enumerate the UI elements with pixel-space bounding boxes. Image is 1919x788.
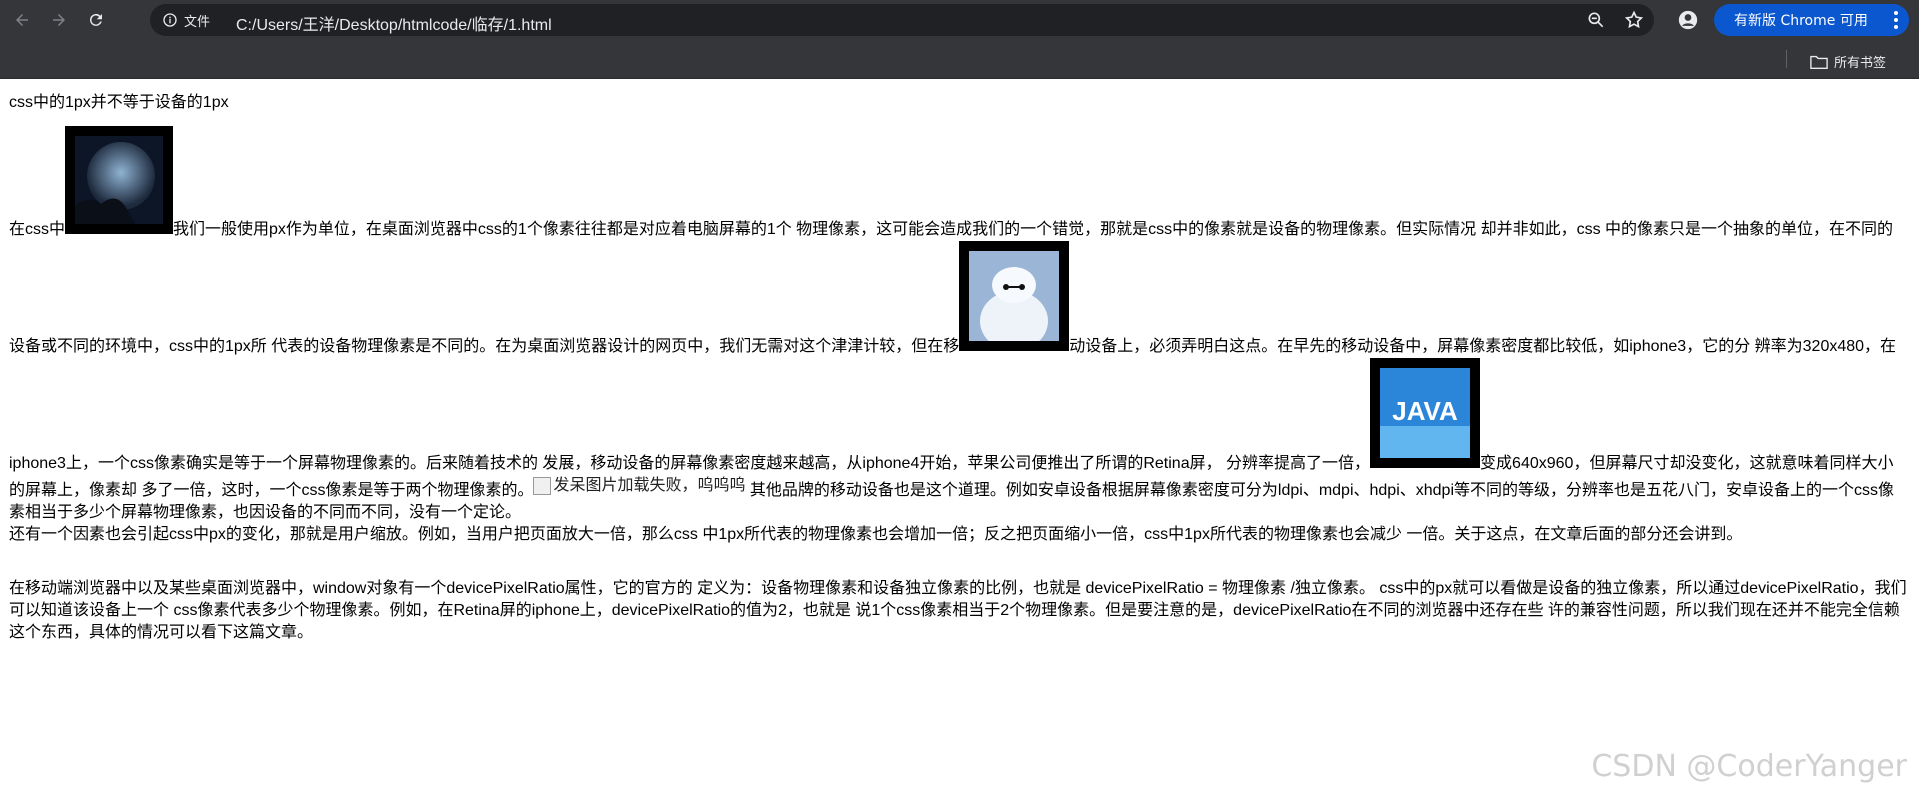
bookmark-star-button[interactable] [1624,10,1644,30]
all-bookmarks-label: 所有书签 [1834,56,1887,71]
java-image: JAVA [1370,358,1481,468]
more-menu-icon[interactable] [1893,10,1899,30]
back-button[interactable] [10,8,34,32]
site-info-label: 文件 [184,14,211,30]
watermark: CSDN @CoderYanger [1591,749,1907,784]
broken-image: 发呆图片加载失败，呜呜呜 [533,475,745,497]
java-image-text: JAVA [1392,396,1458,426]
paragraph-2: 还有一个因素也会引起css中px的变化，那就是用户缩放。例如，当用户把页面放大一… [9,526,1743,543]
star-icon [1624,10,1644,29]
update-label: 有新版 Chrome 可用 [1734,13,1868,29]
p1-part3: 动设备上，必须弄明白这点。在早先的移动设备中，屏幕像素密度都比较低，如iphon… [9,338,1897,472]
bookmarks-bar: 所有书签 [0,40,1919,79]
browser-toolbar: 文件 C:/Users/王洋/Desktop/htmlcode/临存/1.htm… [0,0,1919,40]
arrow-right-icon [53,14,65,26]
update-chrome-button[interactable]: 有新版 Chrome 可用 [1714,4,1909,36]
all-bookmarks-button[interactable]: 所有书签 [1810,52,1886,71]
zoom-icon [1588,12,1604,28]
arrow-left-icon [16,14,28,26]
baymax-picture [969,251,1060,341]
url-text[interactable]: C:/Users/王洋/Desktop/htmlcode/临存/1.html [236,11,552,35]
moon-picture [75,136,164,224]
p1-part1: 在css中 [9,221,66,238]
moon-image [65,126,174,234]
zoom-button[interactable] [1586,10,1606,30]
address-bar[interactable]: 文件 C:/Users/王洋/Desktop/htmlcode/临存/1.htm… [150,4,1654,36]
article-title: css中的1px并不等于设备的1px [9,94,229,111]
java-picture: JAVA [1380,368,1471,458]
baymax-image [959,241,1070,351]
broken-image-icon [533,477,552,495]
p1-part2: 我们一般使用px作为单位，在桌面浏览器中css的1个像素往往都是对应着电脑屏幕的… [9,221,1894,355]
forward-button[interactable] [47,8,71,32]
broken-image-alt: 发呆图片加载失败，呜呜呜 [553,477,746,494]
avatar-icon [1678,10,1698,30]
folder-icon [1810,55,1828,69]
reload-icon [89,13,102,26]
profile-button[interactable] [1678,10,1698,30]
paragraph-3: 在移动端浏览器中以及某些桌面浏览器中，window对象有一个devicePixe… [9,580,1907,641]
paragraph-1: 在css中 我们一般使用px作为单位，在桌面浏览器中css的1个像素往往都是对应… [9,126,1909,524]
info-icon [163,13,177,27]
bookmarks-divider [1786,50,1787,68]
site-info-chip[interactable]: 文件 [162,10,210,30]
reload-button[interactable] [84,8,108,32]
